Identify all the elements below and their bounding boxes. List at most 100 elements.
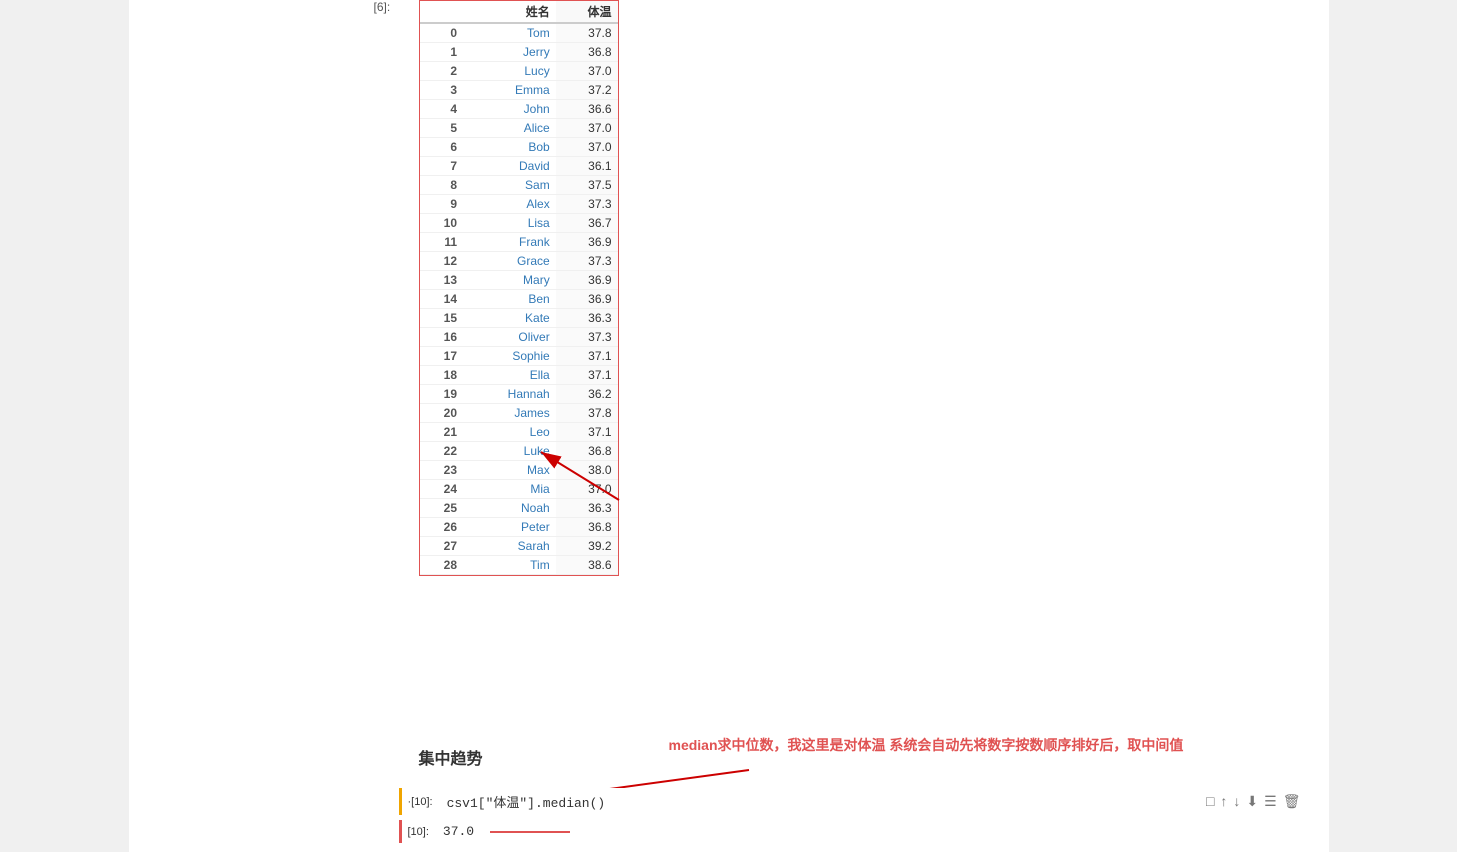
table-row: 25Noah36.3 bbox=[420, 499, 618, 518]
cell-index: 13 bbox=[420, 271, 464, 290]
cell-index: 27 bbox=[420, 537, 464, 556]
cell-temp: 36.9 bbox=[556, 233, 618, 252]
cell-index: 5 bbox=[420, 119, 464, 138]
cell-temp: 37.0 bbox=[556, 138, 618, 157]
cell-name: Max bbox=[463, 461, 556, 480]
dataframe-table: 姓名 体温 0Tom37.81Jerry36.82Lucy37.03Emma37… bbox=[420, 1, 618, 575]
cell-temp: 37.0 bbox=[556, 119, 618, 138]
cell-temp: 36.8 bbox=[556, 43, 618, 62]
table-row: 22Luke36.8 bbox=[420, 442, 618, 461]
cell-temp: 36.3 bbox=[556, 499, 618, 518]
cell-name: Alex bbox=[463, 195, 556, 214]
move-down-icon[interactable]: ↓ bbox=[1233, 793, 1240, 810]
cell-name: Jerry bbox=[463, 43, 556, 62]
cell-name: David bbox=[463, 157, 556, 176]
table-row: 21Leo37.1 bbox=[420, 423, 618, 442]
table-row: 26Peter36.8 bbox=[420, 518, 618, 537]
cell-temp: 37.3 bbox=[556, 195, 618, 214]
cell-temp: 36.8 bbox=[556, 442, 618, 461]
cell-temp: 38.0 bbox=[556, 461, 618, 480]
table-row: 4John36.6 bbox=[420, 100, 618, 119]
download-icon[interactable]: ⬇ bbox=[1246, 793, 1258, 810]
cell-index: 1 bbox=[420, 43, 464, 62]
cell-index: 10 bbox=[420, 214, 464, 233]
table-row: 8Sam37.5 bbox=[420, 176, 618, 195]
table-row: 0Tom37.8 bbox=[420, 23, 618, 43]
cell-index: 24 bbox=[420, 480, 464, 499]
cell-index: 8 bbox=[420, 176, 464, 195]
table-row: 5Alice37.0 bbox=[420, 119, 618, 138]
cell-index: 25 bbox=[420, 499, 464, 518]
cell-index: 16 bbox=[420, 328, 464, 347]
cell-in-label: ·[10]: bbox=[402, 794, 439, 810]
cell-index: 14 bbox=[420, 290, 464, 309]
cell-actions: □ ↑ ↓ ⬇ ☰ 🗑 bbox=[1198, 791, 1309, 812]
table-row: 1Jerry36.8 bbox=[420, 43, 618, 62]
cell-temp: 36.7 bbox=[556, 214, 618, 233]
table-row: 19Hannah36.2 bbox=[420, 385, 618, 404]
col-header-name: 姓名 bbox=[463, 1, 556, 23]
cell-name: Ben bbox=[463, 290, 556, 309]
cell-index: 9 bbox=[420, 195, 464, 214]
table-row: 17Sophie37.1 bbox=[420, 347, 618, 366]
cell-name: Ella bbox=[463, 366, 556, 385]
table-row: 6Bob37.0 bbox=[420, 138, 618, 157]
cell-index: 15 bbox=[420, 309, 464, 328]
copy-icon[interactable]: □ bbox=[1206, 793, 1214, 810]
cell-index: 7 bbox=[420, 157, 464, 176]
table-row: 12Grace37.3 bbox=[420, 252, 618, 271]
delete-icon[interactable]: 🗑 bbox=[1283, 793, 1301, 810]
cell-index: 12 bbox=[420, 252, 464, 271]
cell-name: Sam bbox=[463, 176, 556, 195]
cell-temp: 37.8 bbox=[556, 23, 618, 43]
cell-label: [6]: bbox=[374, 0, 391, 14]
annotation-text: median求中位数，我这里是对体温 系统会自动先将数字按数顺序排好后，取中间值 bbox=[669, 735, 1184, 755]
cell-index: 19 bbox=[420, 385, 464, 404]
cell-temp: 38.6 bbox=[556, 556, 618, 575]
cell-temp: 37.8 bbox=[556, 404, 618, 423]
cell-temp: 37.1 bbox=[556, 347, 618, 366]
table-row: 11Frank36.9 bbox=[420, 233, 618, 252]
cell-name: John bbox=[463, 100, 556, 119]
table-row: 13Mary36.9 bbox=[420, 271, 618, 290]
cell-name: James bbox=[463, 404, 556, 423]
cell-name: Peter bbox=[463, 518, 556, 537]
cell-name: Lucy bbox=[463, 62, 556, 81]
cell-name: Sarah bbox=[463, 537, 556, 556]
cell-name: Leo bbox=[463, 423, 556, 442]
move-up-icon[interactable]: ↑ bbox=[1220, 793, 1227, 810]
table-row: 18Ella37.1 bbox=[420, 366, 618, 385]
page: [6]: 姓名 体温 0Tom37.81Jerry36.82Lucy37.03E… bbox=[0, 0, 1457, 852]
table-row: 3Emma37.2 bbox=[420, 81, 618, 100]
cell-index: 3 bbox=[420, 81, 464, 100]
cell-temp: 37.2 bbox=[556, 81, 618, 100]
cell-index: 28 bbox=[420, 556, 464, 575]
cell-temp: 36.1 bbox=[556, 157, 618, 176]
cell-index: 4 bbox=[420, 100, 464, 119]
table-row: 20James37.8 bbox=[420, 404, 618, 423]
cell-name: Mary bbox=[463, 271, 556, 290]
cell-temp: 36.9 bbox=[556, 271, 618, 290]
cell-code-content[interactable]: csv1["体温"].median() bbox=[439, 788, 1198, 815]
cell-index: 2 bbox=[420, 62, 464, 81]
cell-index: 20 bbox=[420, 404, 464, 423]
cell-temp: 36.6 bbox=[556, 100, 618, 119]
table-row: 27Sarah39.2 bbox=[420, 537, 618, 556]
table-row: 7David36.1 bbox=[420, 157, 618, 176]
table-row: 9Alex37.3 bbox=[420, 195, 618, 214]
table-row: 14Ben36.9 bbox=[420, 290, 618, 309]
table-row: 16Oliver37.3 bbox=[420, 328, 618, 347]
col-header-index bbox=[420, 1, 464, 23]
cell-temp: 36.2 bbox=[556, 385, 618, 404]
menu-icon[interactable]: ☰ bbox=[1264, 793, 1277, 810]
cell-temp: 37.0 bbox=[556, 480, 618, 499]
arrows-svg bbox=[129, 0, 1329, 852]
output-label: [10]: bbox=[402, 824, 435, 840]
cell-index: 11 bbox=[420, 233, 464, 252]
cell-temp: 39.2 bbox=[556, 537, 618, 556]
cell-name: Hannah bbox=[463, 385, 556, 404]
table-row: 10Lisa36.7 bbox=[420, 214, 618, 233]
cell-index: 18 bbox=[420, 366, 464, 385]
dataframe-table-container: 姓名 体温 0Tom37.81Jerry36.82Lucy37.03Emma37… bbox=[419, 0, 619, 576]
output-cell-10: [10]: 37.0 bbox=[399, 820, 571, 843]
